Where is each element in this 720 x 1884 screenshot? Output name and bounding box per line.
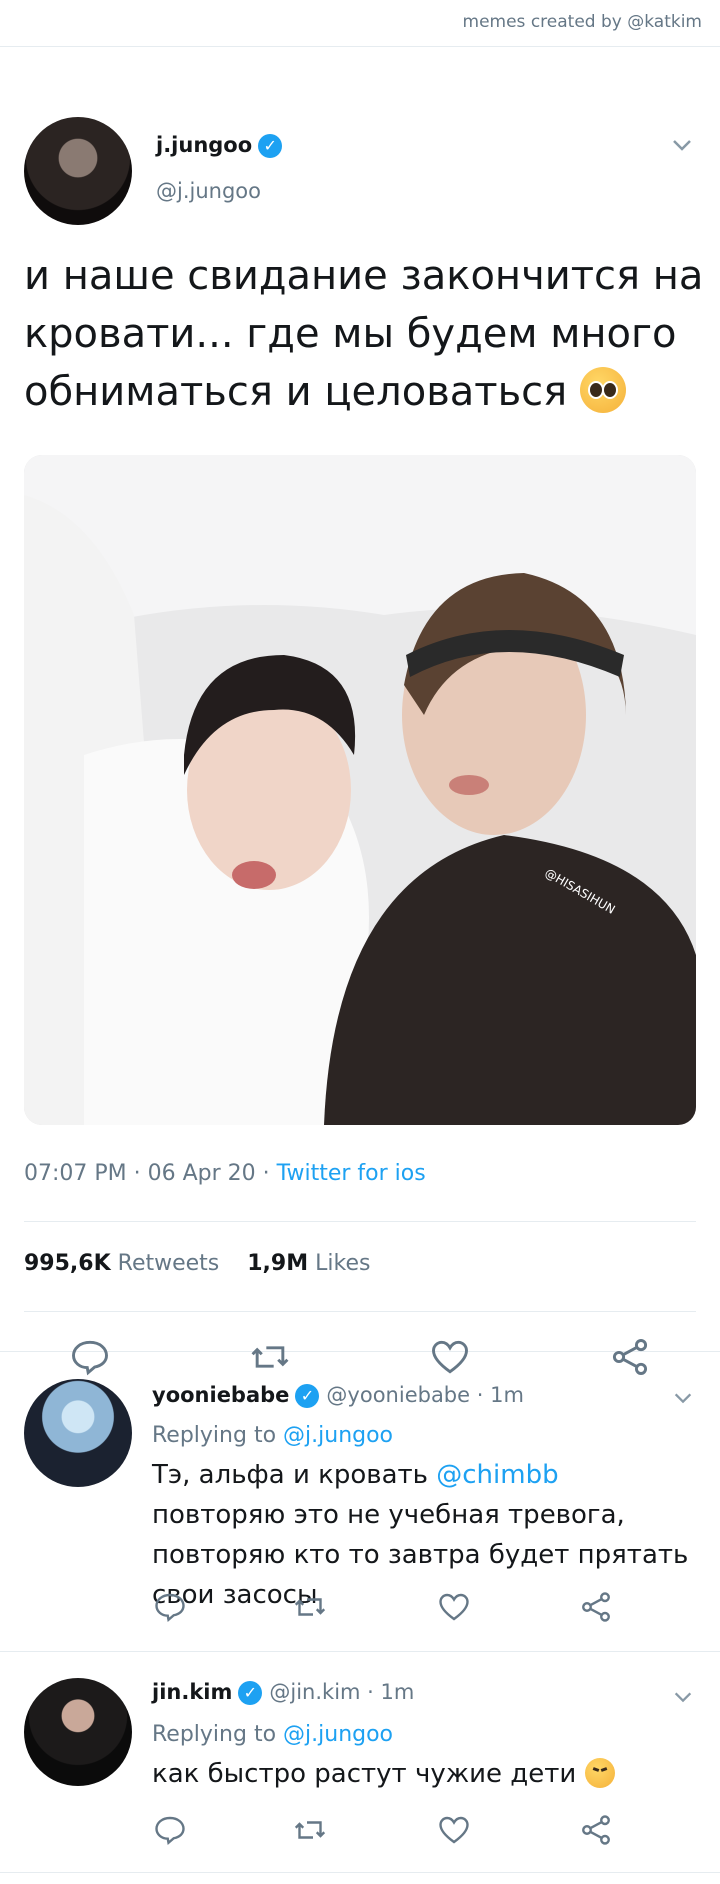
separator: · [470,1383,491,1407]
reply-tweet[interactable]: yooniebabe ✓ @yooniebabe · 1m Replying to… [0,1351,720,1652]
chevron-down-icon[interactable] [672,1686,694,1708]
verified-icon: ✓ [258,134,283,158]
confounded-face-emoji-icon [584,1758,615,1788]
reply-author-handle[interactable]: @jin.kim [269,1680,360,1704]
likes-stat[interactable]: 1,9M Likes [247,1251,370,1276]
author-name-row[interactable]: j.jungoo ✓ [156,133,283,158]
tweet-time[interactable]: 07:07 PM [24,1161,127,1186]
avatar[interactable] [24,117,132,225]
reply-text-content: как быстро растут чужие дети [152,1759,577,1789]
chevron-down-icon[interactable] [672,1387,694,1409]
retweet-icon[interactable] [292,1812,328,1848]
author-name[interactable]: j.jungoo [156,133,252,157]
comment-icon[interactable] [152,1812,188,1848]
separator: · [360,1680,381,1704]
reply-text-part: Тэ, альфа и кровать [152,1460,437,1490]
replying-mention[interactable]: @j.jungoo [283,1722,393,1747]
likes-label: Likes [315,1251,371,1276]
tweet-stats: 995,6K Retweets 1,9M Likes [24,1251,370,1276]
retweets-count: 995,6K [24,1251,111,1276]
divider [24,1311,696,1312]
share-icon[interactable] [578,1812,614,1848]
replying-label: Replying to [152,1423,277,1448]
tweet-text: и наше свидание закончится на кровати...… [24,247,704,421]
verified-icon: ✓ [295,1384,320,1408]
author-handle[interactable]: @j.jungoo [156,179,261,203]
replying-label: Replying to [152,1722,277,1747]
reply-author-name[interactable]: jin.kim [152,1680,232,1704]
like-icon[interactable] [436,1812,472,1848]
mention-link[interactable]: @chimbb [436,1460,558,1490]
like-icon[interactable] [436,1589,472,1625]
tweet-date[interactable]: 06 Apr 20 [148,1161,256,1186]
top-bar: memes created by @katkim [0,0,720,47]
tweet-source[interactable]: Twitter for ios [277,1161,426,1186]
avatar[interactable] [24,1678,132,1786]
verified-icon: ✓ [238,1681,263,1705]
reply-text: как быстро растут чужие дети [152,1754,692,1794]
reply-author-handle[interactable]: @yooniebabe [326,1383,470,1407]
reply-time[interactable]: 1m [490,1383,524,1407]
replying-mention[interactable]: @j.jungoo [283,1423,393,1448]
reply-header: jin.kim ✓ @jin.kim · 1m [152,1680,414,1705]
likes-count: 1,9M [247,1251,309,1276]
divider [24,1221,696,1222]
replying-to: Replying to @j.jungoo [152,1423,393,1448]
chevron-down-icon[interactable] [670,133,694,157]
reply-actions [0,1589,720,1639]
main-tweet: j.jungoo ✓ @j.jungoo и наше свидание зако… [0,47,720,1376]
pleading-face-emoji-icon [579,367,626,413]
reply-tweet[interactable]: jin.kim ✓ @jin.kim · 1m Replying to @j.ju… [0,1652,720,1873]
reply-author-name[interactable]: yooniebabe [152,1383,289,1407]
avatar[interactable] [24,1379,132,1487]
retweets-stat[interactable]: 995,6K Retweets [24,1251,219,1276]
meme-credit: memes created by @katkim [462,12,702,32]
tweet-photo[interactable]: @HISASIHUN [24,455,696,1125]
reply-time[interactable]: 1m [381,1680,415,1704]
tweet-meta: 07:07 PM · 06 Apr 20 · Twitter for ios [24,1161,426,1186]
retweet-icon[interactable] [292,1589,328,1625]
replying-to: Replying to @j.jungoo [152,1722,393,1747]
reply-header: yooniebabe ✓ @yooniebabe · 1m [152,1383,524,1408]
retweets-label: Retweets [117,1251,220,1276]
comment-icon[interactable] [152,1589,188,1625]
share-icon[interactable] [578,1589,614,1625]
reply-actions [0,1812,720,1862]
